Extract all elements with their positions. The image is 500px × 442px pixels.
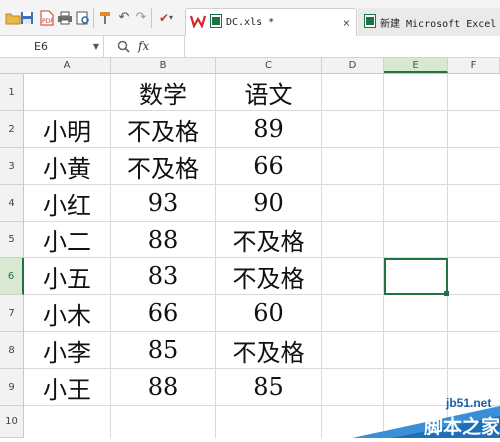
row-header-4[interactable]: 4 [0, 185, 24, 222]
cell-c3[interactable]: 66 [216, 148, 321, 184]
excel-file-icon [210, 14, 222, 31]
row-header-3[interactable]: 3 [0, 148, 24, 185]
cell-b7[interactable]: 66 [111, 295, 215, 331]
watermark: jb51.net 脚本之家 [352, 392, 500, 438]
name-box[interactable]: E6 ▼ [0, 36, 104, 57]
row-header-5[interactable]: 5 [0, 222, 24, 258]
redo-icon[interactable]: ↷ [132, 9, 150, 27]
row-header-8[interactable]: 8 [0, 332, 24, 369]
pdf-icon[interactable]: PDF [38, 9, 56, 27]
cell-a6[interactable]: 小五 [24, 258, 110, 294]
quick-access-toolbar: PDF ↶ ↷ ✔ ▾ DC.xls * × 新建 Microsoft Exce… [0, 0, 500, 36]
cell-b9[interactable]: 88 [111, 369, 215, 405]
cell-c8[interactable]: 不及格 [216, 332, 321, 368]
gridline [321, 74, 322, 438]
row-header-7[interactable]: 7 [0, 295, 24, 332]
svg-text:PDF: PDF [42, 18, 54, 25]
cell-a9[interactable]: 小王 [24, 369, 110, 405]
zoom-icon[interactable] [117, 36, 130, 57]
cell-a8[interactable]: 小李 [24, 332, 110, 368]
cell-c9[interactable]: 85 [216, 369, 321, 405]
cell-a3[interactable]: 小黄 [24, 148, 110, 184]
row-header-6[interactable]: 6 [0, 258, 24, 295]
toolbar-separator [151, 8, 152, 28]
formula-separator [184, 36, 185, 57]
print-preview-icon[interactable] [74, 9, 92, 27]
print-icon[interactable] [56, 9, 74, 27]
cell-a1[interactable] [24, 74, 110, 110]
tab-label: DC.xls * [226, 17, 275, 28]
column-header-b[interactable]: B [111, 58, 216, 73]
cell-b1[interactable]: 数学 [111, 74, 215, 110]
cell-b5[interactable]: 88 [111, 222, 215, 257]
cell-c2[interactable]: 89 [216, 111, 321, 147]
cell-a7[interactable]: 小木 [24, 295, 110, 331]
fill-handle[interactable] [444, 291, 449, 296]
row-header-1[interactable]: 1 [0, 74, 24, 111]
cell-b3[interactable]: 不及格 [111, 148, 215, 184]
dropdown-arrow-icon[interactable]: ▾ [166, 9, 176, 27]
cell-b8[interactable]: 85 [111, 332, 215, 368]
save-icon[interactable] [18, 9, 36, 27]
watermark-site-name: 脚本之家 [424, 416, 500, 438]
name-box-value: E6 [34, 40, 48, 53]
cell-c5[interactable]: 不及格 [216, 222, 321, 257]
gridline [383, 74, 384, 438]
column-header-row: A B C D E F [0, 58, 500, 74]
column-header-a[interactable]: A [24, 58, 111, 73]
column-header-d[interactable]: D [322, 58, 384, 73]
formula-input[interactable] [188, 36, 498, 57]
cell-b2[interactable]: 不及格 [111, 111, 215, 147]
cell-c4[interactable]: 90 [216, 185, 321, 221]
fx-label[interactable]: fx [138, 36, 149, 57]
cell-a2[interactable]: 小明 [24, 111, 110, 147]
cell-c6[interactable]: 不及格 [216, 258, 321, 294]
tab-dc-xls[interactable]: DC.xls * × [185, 8, 357, 36]
formula-bar: E6 ▼ fx [0, 36, 500, 58]
row-header-2[interactable]: 2 [0, 111, 24, 148]
format-painter-icon[interactable] [96, 9, 114, 27]
undo-icon[interactable]: ↶ [115, 9, 133, 27]
row-header-9[interactable]: 9 [0, 369, 24, 406]
excel-file-icon [364, 13, 376, 31]
column-header-c[interactable]: C [216, 58, 322, 73]
gridline [447, 74, 448, 438]
row-header-10[interactable]: 10 [0, 406, 24, 438]
cell-b4[interactable]: 93 [111, 185, 215, 221]
column-header-f[interactable]: F [448, 58, 500, 73]
cell-b6[interactable]: 83 [111, 258, 215, 294]
close-tab-icon[interactable]: × [343, 16, 350, 30]
watermark-url: jb51.net [446, 396, 492, 410]
cell-c7[interactable]: 60 [216, 295, 321, 331]
wps-logo-icon [189, 14, 207, 31]
cell-a4[interactable]: 小红 [24, 185, 110, 221]
tab-label: 新建 Microsoft Excel 工 [380, 18, 500, 30]
chevron-down-icon[interactable]: ▼ [93, 36, 99, 57]
selected-cell-e6[interactable] [384, 258, 448, 295]
cell-a5[interactable]: 小二 [24, 222, 110, 257]
toolbar-separator [93, 8, 94, 28]
cell-c1[interactable]: 语文 [216, 74, 321, 110]
column-header-e[interactable]: E [384, 58, 448, 73]
tab-new-excel[interactable]: 新建 Microsoft Excel 工 [358, 8, 500, 36]
